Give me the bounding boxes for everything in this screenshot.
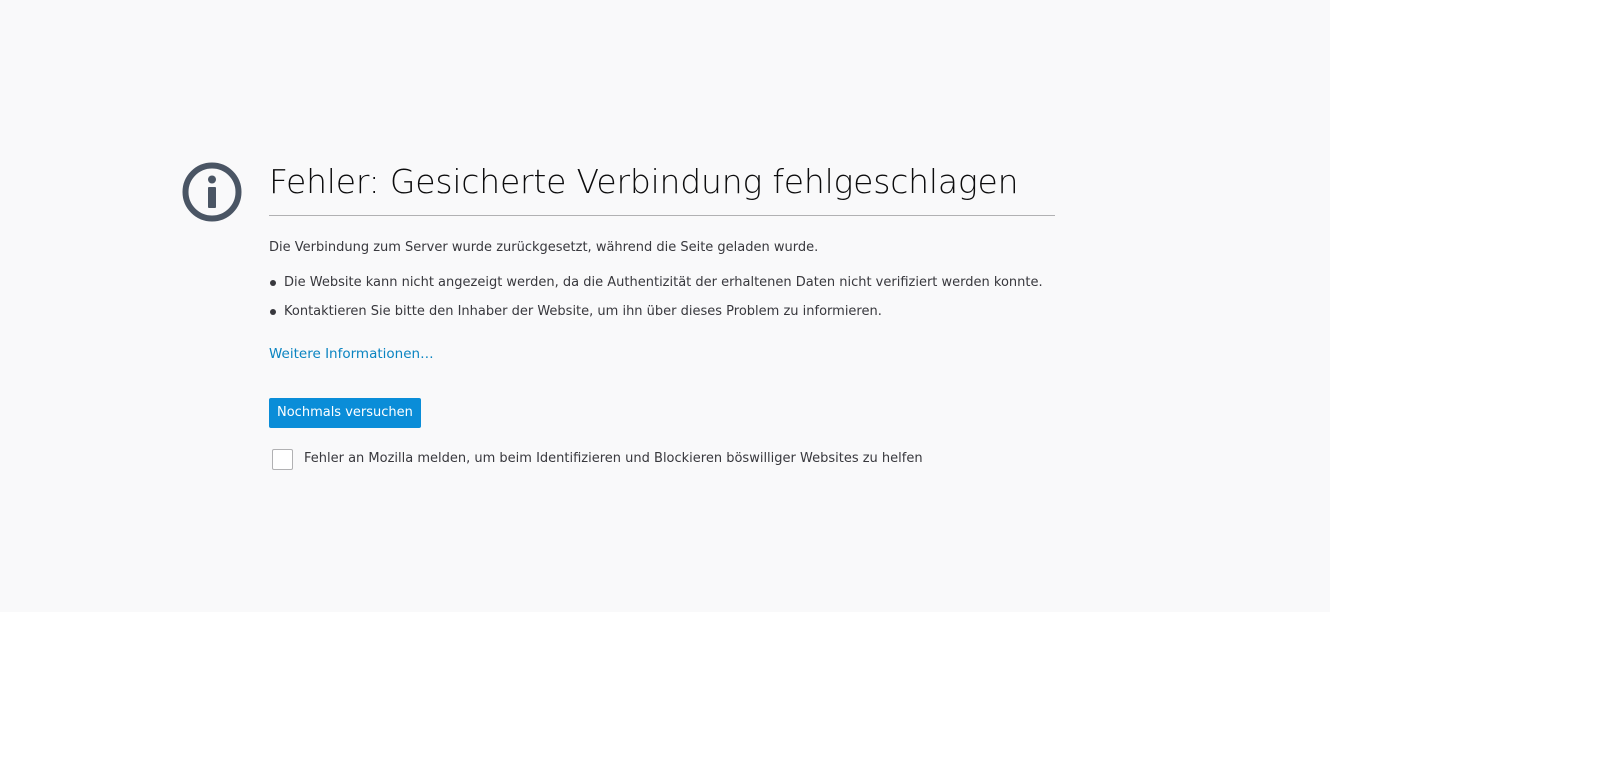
list-item: Die Website kann nicht angezeigt werden,…	[269, 272, 1055, 294]
list-item-text: Die Website kann nicht angezeigt werden,…	[284, 275, 1043, 290]
report-error-row: Fehler an Mozilla melden, um beim Identi…	[272, 448, 1055, 470]
info-icon-graphic	[182, 162, 242, 222]
report-error-checkbox[interactable]	[272, 448, 293, 470]
list-item: Kontaktieren Sie bitte den Inhaber der W…	[269, 301, 1055, 323]
bullet-dot-icon	[270, 309, 276, 315]
bullet-dot-icon	[270, 280, 276, 286]
retry-button[interactable]: Nochmals versuchen	[269, 398, 421, 428]
report-error-label[interactable]: Fehler an Mozilla melden, um beim Identi…	[304, 448, 923, 470]
error-content: Fehler: Gesicherte Verbindung fehlgeschl…	[269, 160, 1055, 470]
info-icon	[181, 161, 243, 223]
learn-more-link[interactable]: Weitere Informationen…	[269, 343, 434, 365]
error-description: Die Verbindung zum Server wurde zurückge…	[269, 240, 819, 255]
error-page-viewport: Fehler: Gesicherte Verbindung fehlgeschl…	[0, 0, 1330, 612]
page-title: Fehler: Gesicherte Verbindung fehlgeschl…	[269, 160, 1055, 216]
error-details-list: Die Website kann nicht angezeigt werden,…	[269, 272, 1055, 323]
list-item-text: Kontaktieren Sie bitte den Inhaber der W…	[284, 304, 882, 319]
